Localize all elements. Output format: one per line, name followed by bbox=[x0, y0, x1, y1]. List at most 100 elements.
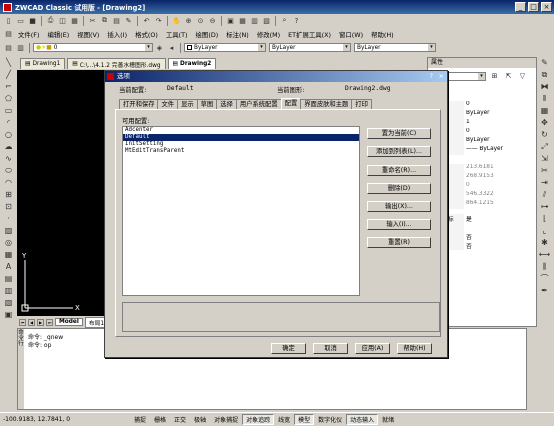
ok-button[interactable]: 确定 bbox=[271, 343, 306, 354]
status-grid[interactable]: 栅格 bbox=[150, 414, 170, 425]
align-icon[interactable]: ⫼ bbox=[539, 261, 550, 272]
pedit-icon[interactable]: ⌒ bbox=[539, 273, 550, 284]
status-model[interactable]: 模型 bbox=[294, 414, 315, 425]
status-tablet[interactable]: 数字化仪 bbox=[314, 414, 346, 425]
dialog-close-icon[interactable]: × bbox=[439, 71, 444, 82]
zoom-window-icon[interactable]: ⊙ bbox=[195, 16, 206, 26]
menu-dimension[interactable]: 标注(N) bbox=[222, 30, 253, 39]
scale-icon[interactable]: ⤢ bbox=[539, 141, 550, 152]
mtext-icon[interactable]: A bbox=[3, 261, 14, 272]
list-item[interactable]: InitSetting bbox=[123, 141, 359, 148]
list-item-selected[interactable]: Default bbox=[123, 134, 359, 141]
tab-plot[interactable]: 打印 bbox=[351, 99, 372, 109]
zoom-previous-icon[interactable]: ⊖ bbox=[207, 16, 218, 26]
redo-icon[interactable]: ↷ bbox=[153, 16, 164, 26]
open-icon[interactable]: ▭ bbox=[15, 16, 26, 26]
properties-icon[interactable]: ▣ bbox=[225, 16, 236, 26]
make-block-icon[interactable]: ⊡ bbox=[3, 201, 14, 212]
zoom-realtime-icon[interactable]: ⊕ bbox=[183, 16, 194, 26]
boundary-icon[interactable]: ▥ bbox=[3, 285, 14, 296]
tool-palette-icon[interactable]: ▥ bbox=[249, 16, 260, 26]
trim-icon[interactable]: ✂ bbox=[539, 165, 550, 176]
revision-cloud-icon[interactable]: ☁ bbox=[3, 141, 14, 152]
rectangle-icon[interactable]: ▭ bbox=[3, 105, 14, 116]
tab-display[interactable]: 显示 bbox=[177, 99, 198, 109]
copy-icon[interactable]: ⧉ bbox=[99, 16, 110, 26]
join-icon[interactable]: ⊶ bbox=[539, 201, 550, 212]
ellipse-icon[interactable]: ⬭ bbox=[3, 165, 14, 176]
design-center-icon[interactable]: ▦ bbox=[237, 16, 248, 26]
point-icon[interactable]: · bbox=[3, 213, 14, 224]
region-icon[interactable]: ◎ bbox=[3, 237, 14, 248]
add-to-list-button[interactable]: 添加到列表(L)... bbox=[367, 146, 431, 157]
pan-icon[interactable]: ✋ bbox=[171, 16, 182, 26]
set-current-button[interactable]: 置为当前(C) bbox=[367, 128, 431, 139]
calculator-icon[interactable]: ▧ bbox=[261, 16, 272, 26]
menu-tools[interactable]: 工具(T) bbox=[162, 30, 192, 39]
wipeout-icon[interactable]: ▧ bbox=[3, 297, 14, 308]
menu-draw[interactable]: 绘图(D) bbox=[192, 30, 223, 39]
polygon-icon[interactable]: ⬠ bbox=[3, 93, 14, 104]
menu-format[interactable]: 格式(O) bbox=[131, 30, 162, 39]
status-lineweight[interactable]: 线宽 bbox=[274, 414, 294, 425]
spline-icon[interactable]: ∿ bbox=[3, 153, 14, 164]
status-osnap[interactable]: 对象捕捉 bbox=[210, 414, 242, 425]
layer-state-icon[interactable]: ▥ bbox=[15, 43, 26, 53]
tab-open-save[interactable]: 打开和保存 bbox=[119, 99, 159, 109]
cut-icon[interactable]: ✂ bbox=[87, 16, 98, 26]
lineweight-combo[interactable]: ByLayer ▾ bbox=[354, 43, 436, 52]
layer-dropdown-icon[interactable]: ▾ bbox=[145, 44, 152, 51]
menu-edit[interactable]: 编辑(E) bbox=[43, 30, 73, 39]
tab-selection[interactable]: 选择 bbox=[216, 99, 237, 109]
layer-combo[interactable]: ● ☀ ■ 0 ▾ bbox=[33, 43, 153, 52]
menu-modify[interactable]: 修改(M) bbox=[253, 30, 284, 39]
line-icon[interactable]: ╲ bbox=[3, 57, 14, 68]
export-button[interactable]: 输出(X)... bbox=[367, 201, 431, 212]
menu-insert[interactable]: 插入(I) bbox=[103, 30, 131, 39]
menu-help[interactable]: 帮助(H) bbox=[367, 30, 398, 39]
menu-view[interactable]: 视图(V) bbox=[73, 30, 103, 39]
gradient-icon[interactable]: ▤ bbox=[3, 273, 14, 284]
tab-skin-theme[interactable]: 界面皮肤和主题 bbox=[300, 99, 353, 109]
status-dynamic-input[interactable]: 动态输入 bbox=[346, 414, 379, 425]
first-layout-icon[interactable]: ⏮ bbox=[19, 318, 26, 326]
close-button[interactable]: × bbox=[541, 2, 552, 12]
save-icon[interactable]: ■ bbox=[27, 16, 38, 26]
status-ortho[interactable]: 正交 bbox=[170, 414, 190, 425]
make-current-layer-icon[interactable]: ◈ bbox=[154, 43, 165, 53]
matchprop-icon[interactable]: ✒ bbox=[539, 285, 550, 296]
dialog-help-icon[interactable]: ? bbox=[430, 71, 433, 82]
import-button[interactable]: 输入(I)... bbox=[367, 219, 431, 230]
rename-button[interactable]: 重命名(R)... bbox=[367, 165, 431, 176]
lengthen-icon[interactable]: ⟷ bbox=[539, 249, 550, 260]
publish-icon[interactable]: ▦ bbox=[69, 16, 80, 26]
offset-icon[interactable]: ⫴ bbox=[539, 93, 550, 104]
menu-file[interactable]: 文件(F) bbox=[14, 30, 43, 39]
doc-tab-drawing2[interactable]: ▤ Drawing2 bbox=[167, 58, 217, 69]
color-combo[interactable]: ByLayer ▾ bbox=[184, 43, 266, 52]
lineweight-dropdown-icon[interactable]: ▾ bbox=[428, 44, 435, 51]
tab-files[interactable]: 文件 bbox=[157, 99, 179, 109]
list-item[interactable]: Adcenter bbox=[123, 127, 359, 134]
ellipse-arc-icon[interactable]: ◠ bbox=[3, 177, 14, 188]
rotate-icon[interactable]: ↻ bbox=[539, 129, 550, 140]
print-icon[interactable]: ⎙ bbox=[45, 16, 56, 26]
polyline-icon[interactable]: ⌐ bbox=[3, 81, 14, 92]
mirror-icon[interactable]: ⧓ bbox=[539, 81, 550, 92]
selection-dropdown-icon[interactable]: ▾ bbox=[478, 72, 485, 80]
cancel-button[interactable]: 取消 bbox=[313, 343, 348, 354]
status-polar[interactable]: 极轴 bbox=[190, 414, 210, 425]
color-dropdown-icon[interactable]: ▾ bbox=[258, 44, 265, 51]
fillet-icon[interactable]: ⌞ bbox=[539, 225, 550, 236]
layout-icon[interactable]: ▣ bbox=[3, 309, 14, 320]
doc-tab-drawing1[interactable]: ▤ Drawing1 bbox=[20, 58, 66, 69]
move-icon[interactable]: ✥ bbox=[539, 117, 550, 128]
status-snap[interactable]: 捕捉 bbox=[130, 414, 150, 425]
quick-select-icon[interactable]: ▽ bbox=[517, 71, 528, 81]
linetype-dropdown-icon[interactable]: ▾ bbox=[343, 44, 350, 51]
list-item[interactable]: MtEditTransParent bbox=[123, 148, 359, 155]
match-icon[interactable]: ✎ bbox=[123, 16, 134, 26]
extend-icon[interactable]: ⇥ bbox=[539, 177, 550, 188]
undo-icon[interactable]: ↶ bbox=[141, 16, 152, 26]
help-icon[interactable]: ? bbox=[291, 16, 302, 26]
